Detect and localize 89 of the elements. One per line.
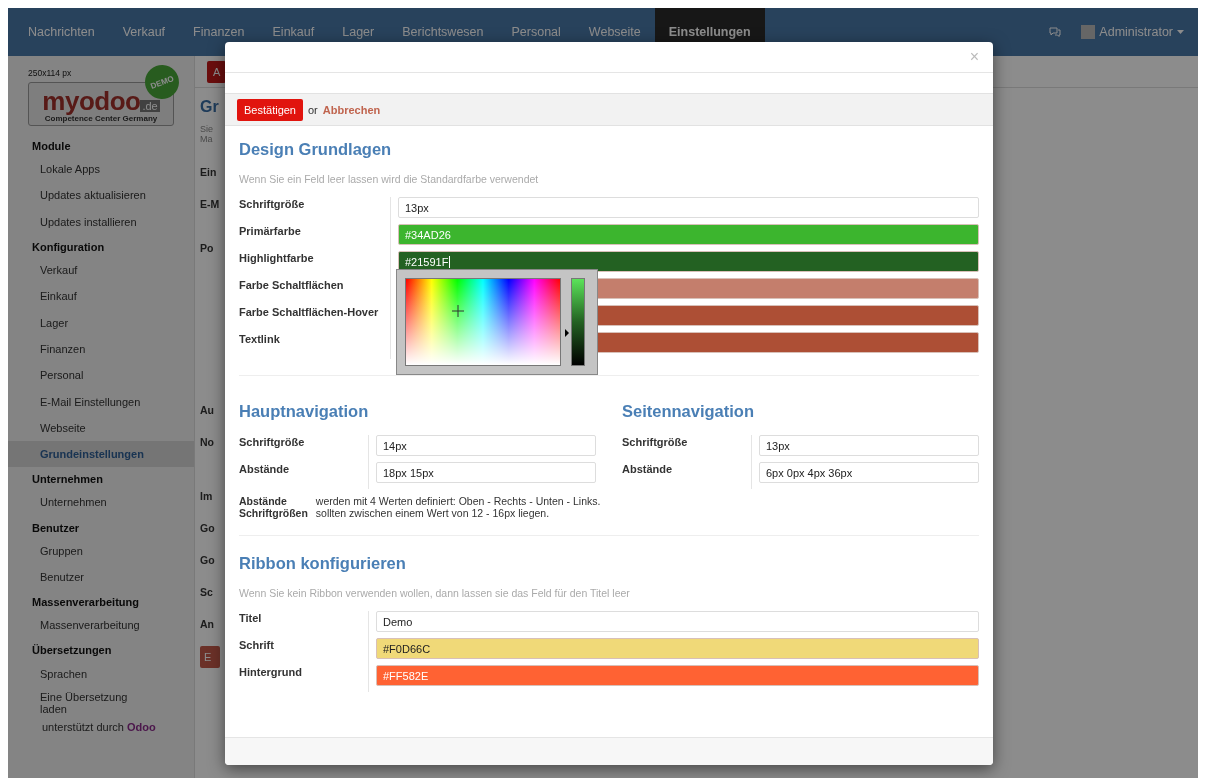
text-cursor [449, 255, 451, 268]
sidebar-section-title: Konfiguration [31, 239, 106, 255]
note-term: Abstände [239, 495, 288, 507]
sidebar-item[interactable]: Personal [8, 362, 194, 389]
or-text: or [308, 103, 318, 116]
input-field[interactable]: 18px 15px [376, 462, 596, 483]
color-input-field[interactable]: #FF582E [376, 665, 979, 686]
field-label: Textlink [239, 332, 281, 347]
section-heading: Seitennavigation [622, 402, 756, 421]
field-label: Schriftgröße [239, 435, 306, 450]
color-input-field[interactable]: #34AD26 [398, 224, 979, 245]
avatar-icon [1081, 25, 1096, 39]
sidebar-item[interactable]: Verkauf [8, 256, 194, 284]
logo-tagline: Competence Center Germany [44, 114, 158, 123]
note-term: Schriftgrößen [239, 507, 308, 519]
form-label: Go [200, 522, 215, 534]
sidebar-item[interactable]: Webseite [8, 414, 194, 441]
color-input-field[interactable]: #F0D66C [376, 638, 979, 659]
sidebar-item[interactable]: Updates installieren [8, 208, 194, 235]
sidebar-item[interactable]: Unternehmen [8, 489, 194, 516]
section-heading: Ribbon konfigurieren [239, 554, 407, 573]
field-label: Farbe Schaltflächen-Hover [239, 305, 380, 320]
form-label: E-M [200, 198, 220, 210]
form-label: An [200, 618, 214, 630]
slider-pointer-icon[interactable] [565, 329, 569, 338]
page-title: Gr [200, 98, 219, 116]
field-label: Titel [239, 611, 263, 626]
form-label: Po [200, 242, 214, 254]
hint-text: Wenn Sie ein Feld leer lassen wird die Standardfarbe verwendet [239, 173, 540, 185]
field-label: Abstände [622, 462, 674, 477]
input-field[interactable]: 6px 0px 4px 36px [759, 462, 979, 483]
sidebar-section-title: Massenverarbeitung [31, 595, 140, 611]
field-label: Farbe Schaltflächen [239, 278, 345, 293]
crosshair-icon [452, 305, 464, 317]
powered-by-text: unterstützt durch Odoo [41, 719, 157, 733]
sidebar-item[interactable]: Eine Übersetzung laden [8, 686, 194, 719]
form-label: Ein [200, 166, 217, 178]
nav-menu-item[interactable]: Nachrichten [14, 8, 109, 56]
sidebar-section-title: Unternehmen [31, 472, 104, 488]
field-label: Abstände [239, 462, 291, 477]
sidebar-item[interactable]: Benutzer [8, 563, 194, 591]
action-button[interactable]: E [200, 646, 220, 668]
sidebar-item[interactable]: Gruppen [8, 537, 194, 564]
logo-brand-text: myodoo [42, 88, 141, 114]
section-heading: Design Grundlagen [239, 140, 393, 159]
hint-text: Wenn Sie kein Ribbon verwenden wollen, dann lassen sie das Feld für den Titel leer [239, 587, 631, 599]
sidebar-item[interactable]: Finanzen [8, 335, 194, 363]
hint-text: Ma [200, 134, 213, 144]
logo-size-text: 250x114 px [27, 68, 73, 78]
field-label: Schriftgröße [622, 435, 689, 450]
note-text: sollten zwischen einem Wert von 12 - 16px liegen. [315, 507, 551, 519]
logo-domain-tag: .de [140, 100, 160, 112]
input-field[interactable]: 13px [398, 197, 979, 218]
sidebar-item[interactable]: Massenverarbeitung [8, 612, 194, 639]
sidebar-section-title: Module [31, 139, 72, 154]
form-label: Sc [200, 586, 213, 598]
input-field[interactable]: 13px [759, 435, 979, 456]
field-label: Schrift [239, 638, 275, 653]
field-label: Schriftgröße [239, 197, 306, 212]
input-field[interactable]: Demo [376, 611, 979, 632]
field-label: Hintergrund [239, 665, 303, 680]
form-label: Go [200, 554, 215, 566]
sidebar-item[interactable]: Grundeinstellungen [8, 440, 194, 468]
input-field[interactable]: 14px [376, 435, 596, 456]
action-button[interactable]: A [207, 60, 227, 83]
form-label: No [200, 436, 214, 448]
sidebar-item[interactable]: Lager [8, 309, 194, 336]
nav-menu-item[interactable]: Verkauf [108, 8, 180, 56]
sidebar-item[interactable]: Updates aktualisieren [8, 182, 194, 209]
odoo-link[interactable]: Odoo [127, 720, 156, 733]
cancel-link[interactable]: Abbrechen [322, 103, 381, 116]
sidebar-item[interactable]: E-Mail Einstellungen [8, 388, 194, 415]
sidebar-item[interactable]: Sprachen [8, 660, 194, 687]
note-text: werden mit 4 Werten definiert: Oben - Rechts - Unten - Links. [315, 495, 602, 507]
caret-icon [1177, 30, 1184, 34]
sidebar-item[interactable]: Einkauf [8, 283, 194, 310]
sidebar-section-title: Übersetzungen [31, 643, 113, 659]
form-label: Im [200, 490, 213, 502]
user-menu[interactable]: Administrator [1081, 25, 1184, 39]
field-label: Highlightfarbe [239, 251, 315, 266]
form-label: Au [200, 404, 214, 416]
sidebar-item[interactable]: Lokale Apps [8, 156, 194, 183]
field-label: Primärfarbe [239, 224, 302, 239]
color-picker[interactable] [396, 269, 598, 375]
sidebar-section-title: Benutzer [31, 520, 81, 536]
section-heading: Hauptnavigation [239, 402, 370, 421]
color-input-field[interactable]: #21591F [398, 251, 979, 272]
color-spectrum[interactable] [405, 278, 561, 366]
confirm-button[interactable]: Bestätigen [237, 98, 303, 121]
